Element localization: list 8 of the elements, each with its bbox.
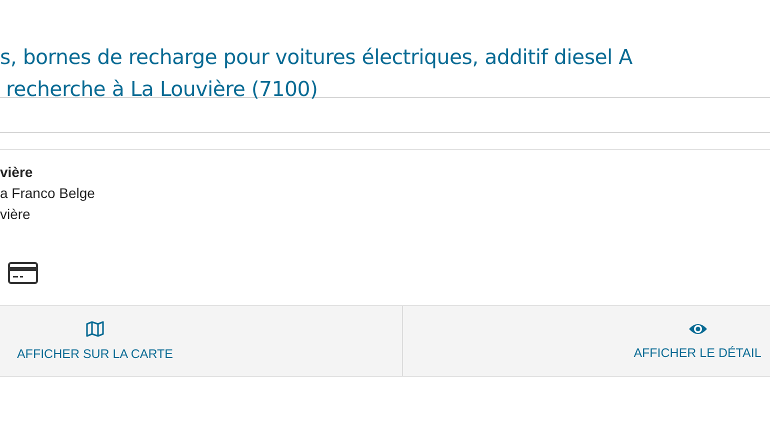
address-line: a Franco Belge xyxy=(0,184,96,203)
map-icon xyxy=(86,321,104,337)
page-title: s, bornes de recharge pour voitures électriques, additif diesel A xyxy=(0,44,634,71)
credit-card-icon xyxy=(8,262,38,284)
address-line: vière xyxy=(0,205,32,224)
page-title: recherche à La Louvière (7100) xyxy=(5,76,319,103)
eye-icon xyxy=(688,322,708,336)
station-name: vière xyxy=(0,163,34,182)
